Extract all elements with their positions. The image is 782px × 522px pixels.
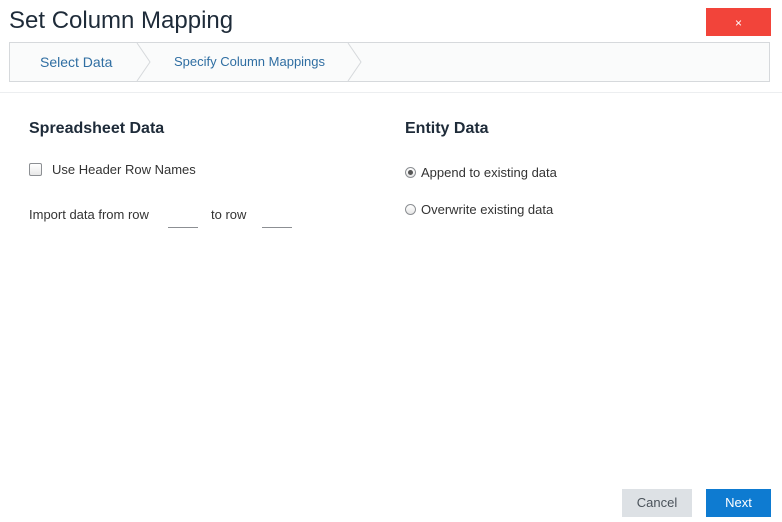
to-row-label: to row: [211, 207, 247, 222]
use-header-row-names-label: Use Header Row Names: [52, 162, 196, 177]
entity-data-heading: Entity Data: [405, 120, 489, 137]
overwrite-existing-data-label: Overwrite existing data: [421, 202, 554, 217]
close-button[interactable]: ×: [706, 8, 771, 36]
import-from-label: Import data from row: [29, 207, 149, 222]
overwrite-existing-data-radio[interactable]: [405, 204, 416, 215]
append-existing-data-label: Append to existing data: [421, 165, 557, 180]
chevron-right-icon: [347, 43, 362, 81]
header-divider: [0, 92, 782, 93]
spreadsheet-data-heading: Spreadsheet Data: [29, 120, 165, 137]
breadcrumb-step-select-data[interactable]: Select Data: [40, 43, 112, 81]
import-to-row-input[interactable]: [262, 211, 292, 228]
append-existing-data-option[interactable]: Append to existing data: [405, 165, 557, 180]
breadcrumb-step-specify-column-mappings[interactable]: Specify Column Mappings: [174, 43, 325, 81]
chevron-right-icon: [136, 43, 151, 81]
overwrite-existing-data-option[interactable]: Overwrite existing data: [405, 202, 553, 217]
set-column-mapping-dialog: Set Column Mapping × Select Data Specify…: [0, 0, 782, 522]
dialog-title: Set Column Mapping: [9, 7, 234, 34]
cancel-button[interactable]: Cancel: [622, 489, 692, 517]
use-header-row-names-option[interactable]: Use Header Row Names: [29, 162, 196, 177]
append-existing-data-radio[interactable]: [405, 167, 416, 178]
use-header-row-names-checkbox[interactable]: [29, 163, 42, 176]
close-icon: ×: [734, 16, 742, 30]
next-button[interactable]: Next: [706, 489, 771, 517]
breadcrumb: Select Data Specify Column Mappings: [9, 42, 770, 82]
import-from-row-input[interactable]: [168, 211, 198, 228]
